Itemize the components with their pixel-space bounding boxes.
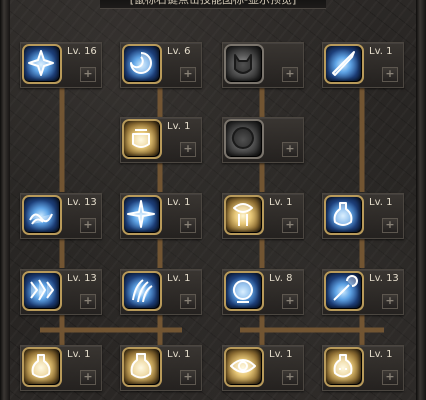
- locked-beast-icon[interactable]: [224, 44, 264, 84]
- twin-shell-icon[interactable]: [224, 195, 264, 235]
- skill-slot-18[interactable]: Lv. 1 +: [322, 345, 404, 391]
- skill-slot-2[interactable]: Lv. 6 +: [120, 42, 202, 88]
- skill-level: Lv. 13: [369, 273, 399, 284]
- orb-swirl-icon[interactable]: [122, 44, 162, 84]
- skill-level: Lv. 1: [269, 349, 293, 360]
- gold-potion-icon[interactable]: [122, 347, 162, 387]
- skill-level: Lv. 1: [167, 121, 191, 132]
- icon-frame: [324, 195, 364, 235]
- level-up-button[interactable]: +: [180, 294, 196, 309]
- icon-frame: [122, 44, 162, 84]
- icon-frame: [324, 44, 364, 84]
- skill-level: Lv. 1: [167, 197, 191, 208]
- level-up-button[interactable]: +: [180, 142, 196, 157]
- icon-frame: [122, 347, 162, 387]
- shard-nova-icon[interactable]: [122, 195, 162, 235]
- level-up-button[interactable]: +: [80, 370, 96, 385]
- skill-level: Lv. 1: [369, 197, 393, 208]
- skill-slot-10[interactable]: Lv. 1 +: [322, 193, 404, 239]
- skill-slot-15[interactable]: Lv. 1 +: [20, 345, 102, 391]
- icon-frame: [224, 347, 264, 387]
- frost-wave-icon[interactable]: [22, 195, 62, 235]
- level-up-button[interactable]: +: [382, 67, 398, 82]
- icon-frame: [122, 195, 162, 235]
- skill-level: Lv. 6: [167, 46, 191, 57]
- icon-frame: [224, 271, 264, 311]
- skill-level: Lv. 13: [67, 273, 97, 284]
- icon-frame: [122, 271, 162, 311]
- fist-rune-icon[interactable]: [122, 119, 162, 159]
- icon-frame: [224, 195, 264, 235]
- level-up-button[interactable]: +: [382, 218, 398, 233]
- icon-frame: [224, 44, 264, 84]
- icon-frame: [22, 44, 62, 84]
- skill-level: Lv. 1: [67, 349, 91, 360]
- icon-frame: [22, 195, 62, 235]
- level-up-button[interactable]: +: [282, 142, 298, 157]
- ice-spear-icon[interactable]: [324, 44, 364, 84]
- crystal-orb-icon[interactable]: [224, 271, 264, 311]
- level-up-button[interactable]: +: [282, 67, 298, 82]
- level-up-button[interactable]: +: [282, 218, 298, 233]
- skill-slot-16[interactable]: Lv. 1 +: [120, 345, 202, 391]
- skill-level: Lv. 8: [269, 273, 293, 284]
- icon-frame: [122, 119, 162, 159]
- skill-slot-1[interactable]: Lv. 16 +: [20, 42, 102, 88]
- level-up-button[interactable]: +: [80, 67, 96, 82]
- skill-slot-7[interactable]: Lv. 13 +: [20, 193, 102, 239]
- skill-slot-12[interactable]: Lv. 1 +: [120, 269, 202, 315]
- icon-frame: [224, 119, 264, 159]
- level-up-button[interactable]: +: [180, 370, 196, 385]
- level-up-button[interactable]: +: [180, 218, 196, 233]
- skill-slot-4[interactable]: Lv. 1 +: [322, 42, 404, 88]
- skill-level: Lv. 13: [67, 197, 97, 208]
- skill-slot-6-locked[interactable]: +: [222, 117, 304, 163]
- ice-claw-icon[interactable]: [122, 271, 162, 311]
- ice-burst-icon[interactable]: [22, 44, 62, 84]
- gold-eye-icon[interactable]: [224, 347, 264, 387]
- skill-slot-5[interactable]: Lv. 1 +: [120, 117, 202, 163]
- skill-level: Lv. 1: [167, 349, 191, 360]
- skill-level: Lv. 1: [369, 46, 393, 57]
- skill-level: Lv. 1: [269, 197, 293, 208]
- level-up-button[interactable]: +: [382, 370, 398, 385]
- gold-skull-flask-icon[interactable]: [324, 347, 364, 387]
- level-up-button[interactable]: +: [382, 294, 398, 309]
- icon-frame: [22, 347, 62, 387]
- gold-flask-icon[interactable]: [22, 347, 62, 387]
- skill-tree-panel: [鼠标右键点击技能图标-显示预览] Lv. 16 + Lv. 6: [0, 0, 426, 400]
- skill-slot-8[interactable]: Lv. 1 +: [120, 193, 202, 239]
- skill-level: Lv. 1: [369, 349, 393, 360]
- skill-slot-17[interactable]: Lv. 1 +: [222, 345, 304, 391]
- frost-wand-icon[interactable]: [324, 271, 364, 311]
- level-up-button[interactable]: +: [180, 67, 196, 82]
- level-up-button[interactable]: +: [80, 294, 96, 309]
- icon-frame: [324, 271, 364, 311]
- level-up-button[interactable]: +: [282, 370, 298, 385]
- skill-slot-13[interactable]: Lv. 8 +: [222, 269, 304, 315]
- icon-frame: [324, 347, 364, 387]
- skill-level: Lv. 1: [167, 273, 191, 284]
- level-up-button[interactable]: +: [282, 294, 298, 309]
- skill-slot-14[interactable]: Lv. 13 +: [322, 269, 404, 315]
- level-up-button[interactable]: +: [80, 218, 96, 233]
- blizzard-icon[interactable]: [22, 271, 62, 311]
- skill-slot-3-locked[interactable]: +: [222, 42, 304, 88]
- skill-level: Lv. 16: [67, 46, 97, 57]
- skill-slot-9[interactable]: Lv. 1 +: [222, 193, 304, 239]
- locked-sphere-icon[interactable]: [224, 119, 264, 159]
- skill-slot-11[interactable]: Lv. 13 +: [20, 269, 102, 315]
- icon-frame: [22, 271, 62, 311]
- potion-flask-icon[interactable]: [324, 195, 364, 235]
